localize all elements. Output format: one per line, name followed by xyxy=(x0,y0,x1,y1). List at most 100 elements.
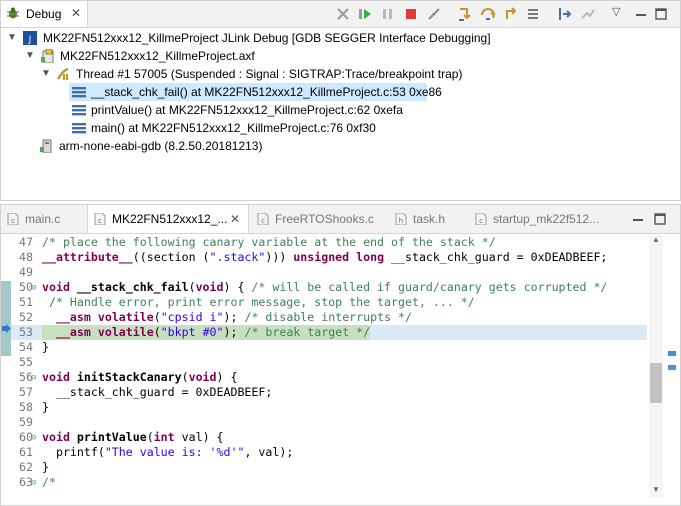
overview-ruler[interactable] xyxy=(665,235,679,497)
code-line[interactable]: 54} xyxy=(1,340,647,355)
code-text: void initStackCanary(void) { xyxy=(42,370,238,384)
overview-marker[interactable] xyxy=(668,351,676,356)
code-line[interactable]: 52 __asm volatile("cpsid i"); /* disable… xyxy=(1,310,647,325)
terminate-icon[interactable] xyxy=(403,6,419,22)
line-number: 47 xyxy=(19,235,33,249)
tree-item-label: __stack_chk_fail() at MK22FN512xxx12_Kil… xyxy=(91,85,442,99)
tab-label: startup_mk22f512... xyxy=(493,212,600,226)
code-line[interactable]: 60 ⊖ void printValue(int val) { xyxy=(1,430,647,445)
step-return-icon[interactable] xyxy=(503,6,519,22)
close-icon[interactable]: ✕ xyxy=(71,6,81,20)
tree-item-process[interactable]: ▼ MK22FN512xxx12_KillmeProject.axf xyxy=(25,47,325,65)
step-into-icon[interactable] xyxy=(457,6,473,22)
stack-frame-icon xyxy=(72,87,86,98)
line-number: 62 xyxy=(19,460,33,474)
fold-collapse-icon[interactable]: ⊖ xyxy=(31,371,36,386)
use-step-filters-icon[interactable] xyxy=(580,6,596,22)
code-text: } xyxy=(42,400,49,414)
tree-item-frame-printvalue[interactable]: printValue() at MK22FN512xxx12_KillmePro… xyxy=(69,101,409,119)
tree-item-gdb[interactable]: arm-none-eabi-gdb (8.2.50.20181213) xyxy=(37,137,297,155)
tree-item-thread[interactable]: ▼ Thread #1 57005 (Suspended : Signal : … xyxy=(41,65,481,83)
code-text: void __stack_chk_fail(void) { /* will be… xyxy=(42,280,608,294)
current-line[interactable]: 53 __asm volatile("bkpt #0"); /* break t… xyxy=(11,325,647,340)
scroll-down-icon[interactable]: ▼ xyxy=(652,485,660,494)
code-line[interactable]: 61 printf("The value is: '%d'", val); xyxy=(1,445,647,460)
line-number: 57 xyxy=(19,385,33,399)
scroll-up-icon[interactable]: ▲ xyxy=(652,235,660,244)
line-number: 52 xyxy=(19,310,33,324)
tree-item-label: Thread #1 57005 (Suspended : Signal : SI… xyxy=(76,67,463,81)
code-line[interactable]: 56 ⊖ void initStackCanary(void) { xyxy=(1,370,647,385)
scrollbar-thumb[interactable] xyxy=(650,363,662,403)
tree-item-label: MK22FN512xxx12_KillmeProject.axf xyxy=(60,49,255,63)
code-line[interactable]: 63 ⊖/* xyxy=(1,475,647,490)
overview-marker[interactable] xyxy=(668,365,676,370)
suspend-icon[interactable] xyxy=(380,6,396,22)
tree-item-label: MK22FN512xxx12_KillmeProject JLink Debug… xyxy=(43,31,491,45)
code-line[interactable]: 57 __stack_chk_guard = 0xDEADBEEF; xyxy=(1,385,647,400)
maximize-icon[interactable] xyxy=(653,212,667,226)
tab-freertoshooks-c[interactable]: c FreeRTOShooks.c xyxy=(251,205,387,233)
fold-collapse-icon[interactable]: ⊖ xyxy=(31,476,36,491)
code-line[interactable]: 47 /* place the following canary variable… xyxy=(1,235,647,250)
svg-text:J: J xyxy=(28,35,32,45)
c-file-icon: c xyxy=(94,213,106,225)
tab-main-c[interactable]: c main.c xyxy=(1,205,85,233)
line-number: 58 xyxy=(19,400,33,414)
tree-item-frame-stack-chk-fail[interactable]: __stack_chk_fail() at MK22FN512xxx12_Kil… xyxy=(69,83,442,101)
tab-startup-mk22f512[interactable]: c startup_mk22f512... xyxy=(469,205,619,233)
debug-view-tabbar: Debug ✕ ▽ xyxy=(1,1,680,28)
line-number: 55 xyxy=(19,355,33,369)
code-text: /* place the following canary variable a… xyxy=(42,235,496,249)
c-file-icon: c xyxy=(475,213,487,225)
minimize-icon[interactable] xyxy=(633,6,649,22)
tab-label: task.h xyxy=(413,212,446,226)
drop-to-frame-icon[interactable] xyxy=(526,6,542,22)
chevron-down-icon[interactable]: ▼ xyxy=(7,29,19,47)
resume-icon[interactable] xyxy=(357,6,373,22)
line-number: 53 xyxy=(19,325,33,339)
thread-suspended-icon xyxy=(57,67,69,80)
view-menu-icon[interactable]: ▽ xyxy=(612,5,628,21)
line-number: 59 xyxy=(19,415,33,429)
line-number: 61 xyxy=(19,445,33,459)
tab-label: main.c xyxy=(25,212,61,226)
chevron-down-icon[interactable]: ▼ xyxy=(41,65,53,83)
code-line[interactable]: 50 ⊖ void __stack_chk_fail(void) { /* will… xyxy=(1,280,647,295)
tab-task-h[interactable]: h task.h xyxy=(389,205,467,233)
code-line[interactable]: 49 xyxy=(1,265,647,280)
tree-item-launch[interactable]: ▼ J MK22FN512xxx12_KillmeProject JLink D… xyxy=(7,29,491,47)
remove-terminated-icon[interactable] xyxy=(335,6,351,22)
vertical-scrollbar[interactable]: ▲ ▼ xyxy=(649,235,663,497)
close-icon[interactable]: ✕ xyxy=(230,212,240,226)
chevron-down-icon[interactable]: ▼ xyxy=(25,47,37,65)
minimize-icon[interactable] xyxy=(631,212,645,226)
code-line[interactable]: 48 __attribute__((section (".stack"))) un… xyxy=(1,250,647,265)
tree-item-frame-main[interactable]: main() at MK22FN512xxx12_KillmeProject.c… xyxy=(69,119,389,137)
tree-item-label: arm-none-eabi-gdb (8.2.50.20181213) xyxy=(59,139,263,153)
maximize-icon[interactable] xyxy=(653,6,669,22)
code-text: /* Handle error, print error message, st… xyxy=(42,295,475,309)
c-file-icon: c xyxy=(7,213,19,225)
stack-frame-icon xyxy=(72,105,86,116)
code-line[interactable]: 59 xyxy=(1,415,647,430)
svg-text:c: c xyxy=(98,217,102,225)
code-line[interactable]: 55 xyxy=(1,355,647,370)
tab-mk22fn512-source[interactable]: c MK22FN512xxx12_... ✕ xyxy=(87,205,249,233)
tab-label: FreeRTOShooks.c xyxy=(275,212,374,226)
fold-collapse-icon[interactable]: ⊖ xyxy=(31,281,36,296)
line-number: 54 xyxy=(19,340,33,354)
code-text: __attribute__((section (".stack"))) unsi… xyxy=(42,250,608,264)
line-number: 48 xyxy=(19,250,33,264)
code-line[interactable]: 51 /* Handle error, print error message,… xyxy=(1,295,647,310)
editor-tabbar: c main.c c MK22FN512xxx12_... ✕ c FreeRT… xyxy=(1,205,680,234)
debug-tab[interactable]: Debug ✕ xyxy=(1,1,88,27)
svg-text:h: h xyxy=(399,217,403,225)
instruction-stepping-mode-icon[interactable] xyxy=(557,6,573,22)
code-line[interactable]: 62} xyxy=(1,460,647,475)
disconnect-icon[interactable] xyxy=(426,6,442,22)
code-text: /* xyxy=(42,475,56,489)
fold-collapse-icon[interactable]: ⊖ xyxy=(31,431,36,446)
code-line[interactable]: 58} xyxy=(1,400,647,415)
step-over-icon[interactable] xyxy=(480,6,496,22)
